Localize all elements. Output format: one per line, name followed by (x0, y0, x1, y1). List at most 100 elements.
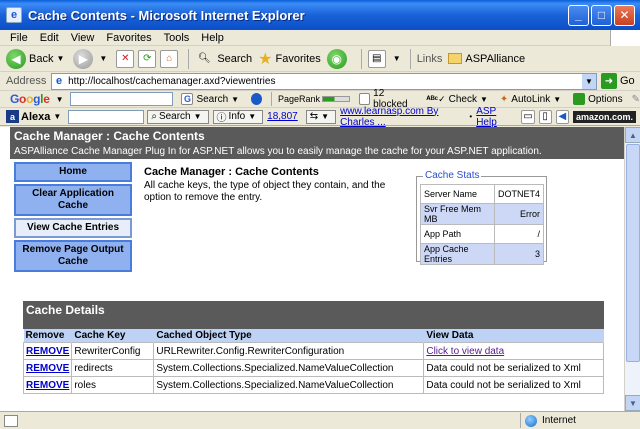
menu-help[interactable]: Help (195, 32, 230, 44)
table-header-row: Remove Cache Key Cached Object Type View… (23, 329, 604, 343)
header-title: Cache Manager : Cache Contents (14, 129, 205, 143)
cache-details: Cache Details Remove Cache Key Cached Ob… (22, 301, 604, 394)
stats-label: Svr Free Mem MB (420, 203, 495, 225)
menu-view[interactable]: View (65, 32, 101, 44)
remove-link[interactable]: REMOVE (26, 346, 69, 357)
stats-label: App Cache Entries (420, 243, 495, 265)
cache-details-title: Cache Details (23, 301, 604, 329)
alexa-search-input[interactable] (68, 109, 145, 124)
ie-page-icon: e (56, 75, 63, 87)
stats-row: Svr Free Mem MB Error (420, 203, 545, 225)
highlight-pen-icon[interactable]: ✎ (632, 94, 640, 105)
favorites-button[interactable]: ★ Favorites (258, 49, 321, 69)
cache-stats-legend: Cache Stats (423, 170, 482, 181)
check-dropdown-icon[interactable]: ▼ (480, 95, 488, 104)
nav-clear-application-cache[interactable]: Clear Application Cache (14, 184, 132, 216)
alexa-tool1-icon[interactable]: ▭ (521, 109, 535, 124)
stats-label: Server Name (420, 184, 495, 204)
menu-edit[interactable]: Edit (34, 32, 65, 44)
refresh-icon[interactable]: ⟳ (138, 49, 157, 68)
autolink-button[interactable]: ✦ AutoLink ▼ (500, 94, 564, 105)
minimize-button[interactable]: _ (568, 4, 589, 26)
window-title: Cache Contents - Microsoft Internet Expl… (28, 7, 305, 23)
internet-globe-icon (525, 414, 537, 427)
amazon-button[interactable]: amazon.com. (572, 110, 636, 123)
google-menu-dropdown-icon[interactable]: ▼ (56, 95, 64, 104)
vertical-scrollbar[interactable]: ▲ ▼ (624, 127, 640, 411)
maximize-button[interactable]: □ (591, 4, 612, 26)
nav-view-cache-entries[interactable]: View Cache Entries (14, 218, 132, 238)
address-input[interactable]: e http://localhost/cachemanager.axd?view… (51, 72, 597, 90)
remove-link[interactable]: REMOVE (26, 380, 69, 391)
google-news-icon[interactable] (251, 93, 263, 105)
windows-logo-icon (610, 30, 640, 46)
alexa-search-dropdown-icon[interactable]: ▼ (194, 112, 202, 121)
media-icon[interactable]: ◉ (326, 48, 347, 69)
autolink-dropdown-icon[interactable]: ▼ (553, 95, 561, 104)
google-logo[interactable]: Google (10, 92, 50, 106)
alexa-traffic-rank-link[interactable]: 18,807 (267, 111, 298, 122)
header-description: ASPAlliance Cache Manager Plug In for AS… (14, 146, 542, 157)
address-dropdown-icon[interactable]: ▼ (582, 73, 596, 89)
close-button[interactable]: ✕ (614, 4, 635, 26)
alexa-logo[interactable]: a Alexa ▼ (6, 110, 64, 123)
forward-button[interactable]: ▶ ▼ (73, 48, 110, 69)
forward-arrow-icon: ▶ (73, 48, 94, 69)
view-data-text: Data could not be serialized to Xml (423, 359, 604, 377)
related-list-dropdown-icon[interactable]: • (469, 112, 472, 121)
nav-home[interactable]: Home (14, 162, 132, 182)
remove-link[interactable]: REMOVE (26, 363, 69, 374)
stats-value: / (493, 224, 545, 244)
menu-tools[interactable]: Tools (158, 32, 196, 44)
options-icon (573, 93, 586, 105)
ie-page-icon: e (6, 7, 22, 23)
menu-file[interactable]: File (4, 32, 34, 44)
scroll-down-arrow-icon[interactable]: ▼ (625, 395, 640, 411)
print-icon[interactable]: ▤ (367, 49, 386, 68)
stats-label: App Path (420, 224, 495, 244)
go-button[interactable]: ➜ Go (601, 73, 635, 89)
nav-remove-page-output-cache[interactable]: Remove Page Output Cache (14, 240, 132, 272)
stop-icon[interactable]: ✕ (116, 49, 135, 68)
alexa-toolbar: a Alexa ▼ ⌕ Search ▼ ⓘ Info ▼ 18,807 ⇆ ▼… (0, 106, 640, 128)
column-header: View Data (423, 329, 604, 343)
alexa-related-link[interactable]: www.learnasp.com By Charles ... (340, 106, 466, 128)
google-search-input[interactable] (70, 92, 174, 106)
alexa-tool2-icon[interactable]: ▯ (538, 109, 552, 124)
cache-key: RewriterConfig (71, 342, 155, 360)
column-header: Cached Object Type (153, 329, 425, 343)
related-dropdown-icon[interactable]: ▼ (321, 112, 329, 121)
forward-dropdown-icon[interactable]: ▼ (99, 54, 107, 63)
back-button[interactable]: ◀ Back ▼ (6, 48, 67, 69)
title-bar: e Cache Contents - Microsoft Internet Ex… (0, 0, 640, 30)
print-dropdown-icon[interactable]: ▼ (393, 54, 401, 63)
links-aspalliance[interactable]: ASPAlliance (465, 53, 525, 65)
alexa-related-button[interactable]: ⇆ ▼ (305, 109, 337, 124)
alexa-tool3-icon[interactable]: ◀ (555, 109, 569, 124)
spellcheck-button[interactable]: ᴬᴮᶜ✓ Check ▼ (426, 94, 491, 105)
info-icon: ⓘ (216, 113, 227, 124)
go-arrow-icon: ➜ (601, 73, 617, 89)
menu-favorites[interactable]: Favorites (100, 32, 157, 44)
view-data-link[interactable]: Click to view data (426, 346, 504, 357)
alexa-icon: a (6, 110, 19, 123)
toolbar-separator (188, 48, 190, 69)
column-header: Remove (23, 329, 73, 343)
alexa-dropdown-icon[interactable]: ▼ (53, 112, 61, 121)
stats-row: App Cache Entries 3 (420, 243, 545, 265)
search-button[interactable]: 🔍︎ Search (195, 50, 252, 68)
scroll-up-arrow-icon[interactable]: ▲ (625, 127, 640, 143)
google-search-button[interactable]: G Search ▼ (181, 93, 242, 105)
options-button[interactable]: Options (573, 93, 623, 105)
alexa-search-button[interactable]: ⌕ Search ▼ (147, 109, 209, 124)
main-title: Cache Manager : Cache Contents (144, 166, 319, 178)
google-search-dropdown-icon[interactable]: ▼ (231, 95, 239, 104)
back-dropdown-icon[interactable]: ▼ (56, 54, 64, 63)
home-icon[interactable]: ⌂ (160, 49, 179, 68)
scrollbar-thumb[interactable] (626, 144, 640, 362)
left-nav: Home Clear Application Cache View Cache … (14, 162, 132, 274)
column-header: Cache Key (71, 329, 155, 343)
alexa-info-button[interactable]: ⓘ Info ▼ (212, 109, 264, 124)
asp-help-link[interactable]: ASP Help (476, 106, 513, 128)
alexa-info-dropdown-icon[interactable]: ▼ (248, 112, 256, 121)
